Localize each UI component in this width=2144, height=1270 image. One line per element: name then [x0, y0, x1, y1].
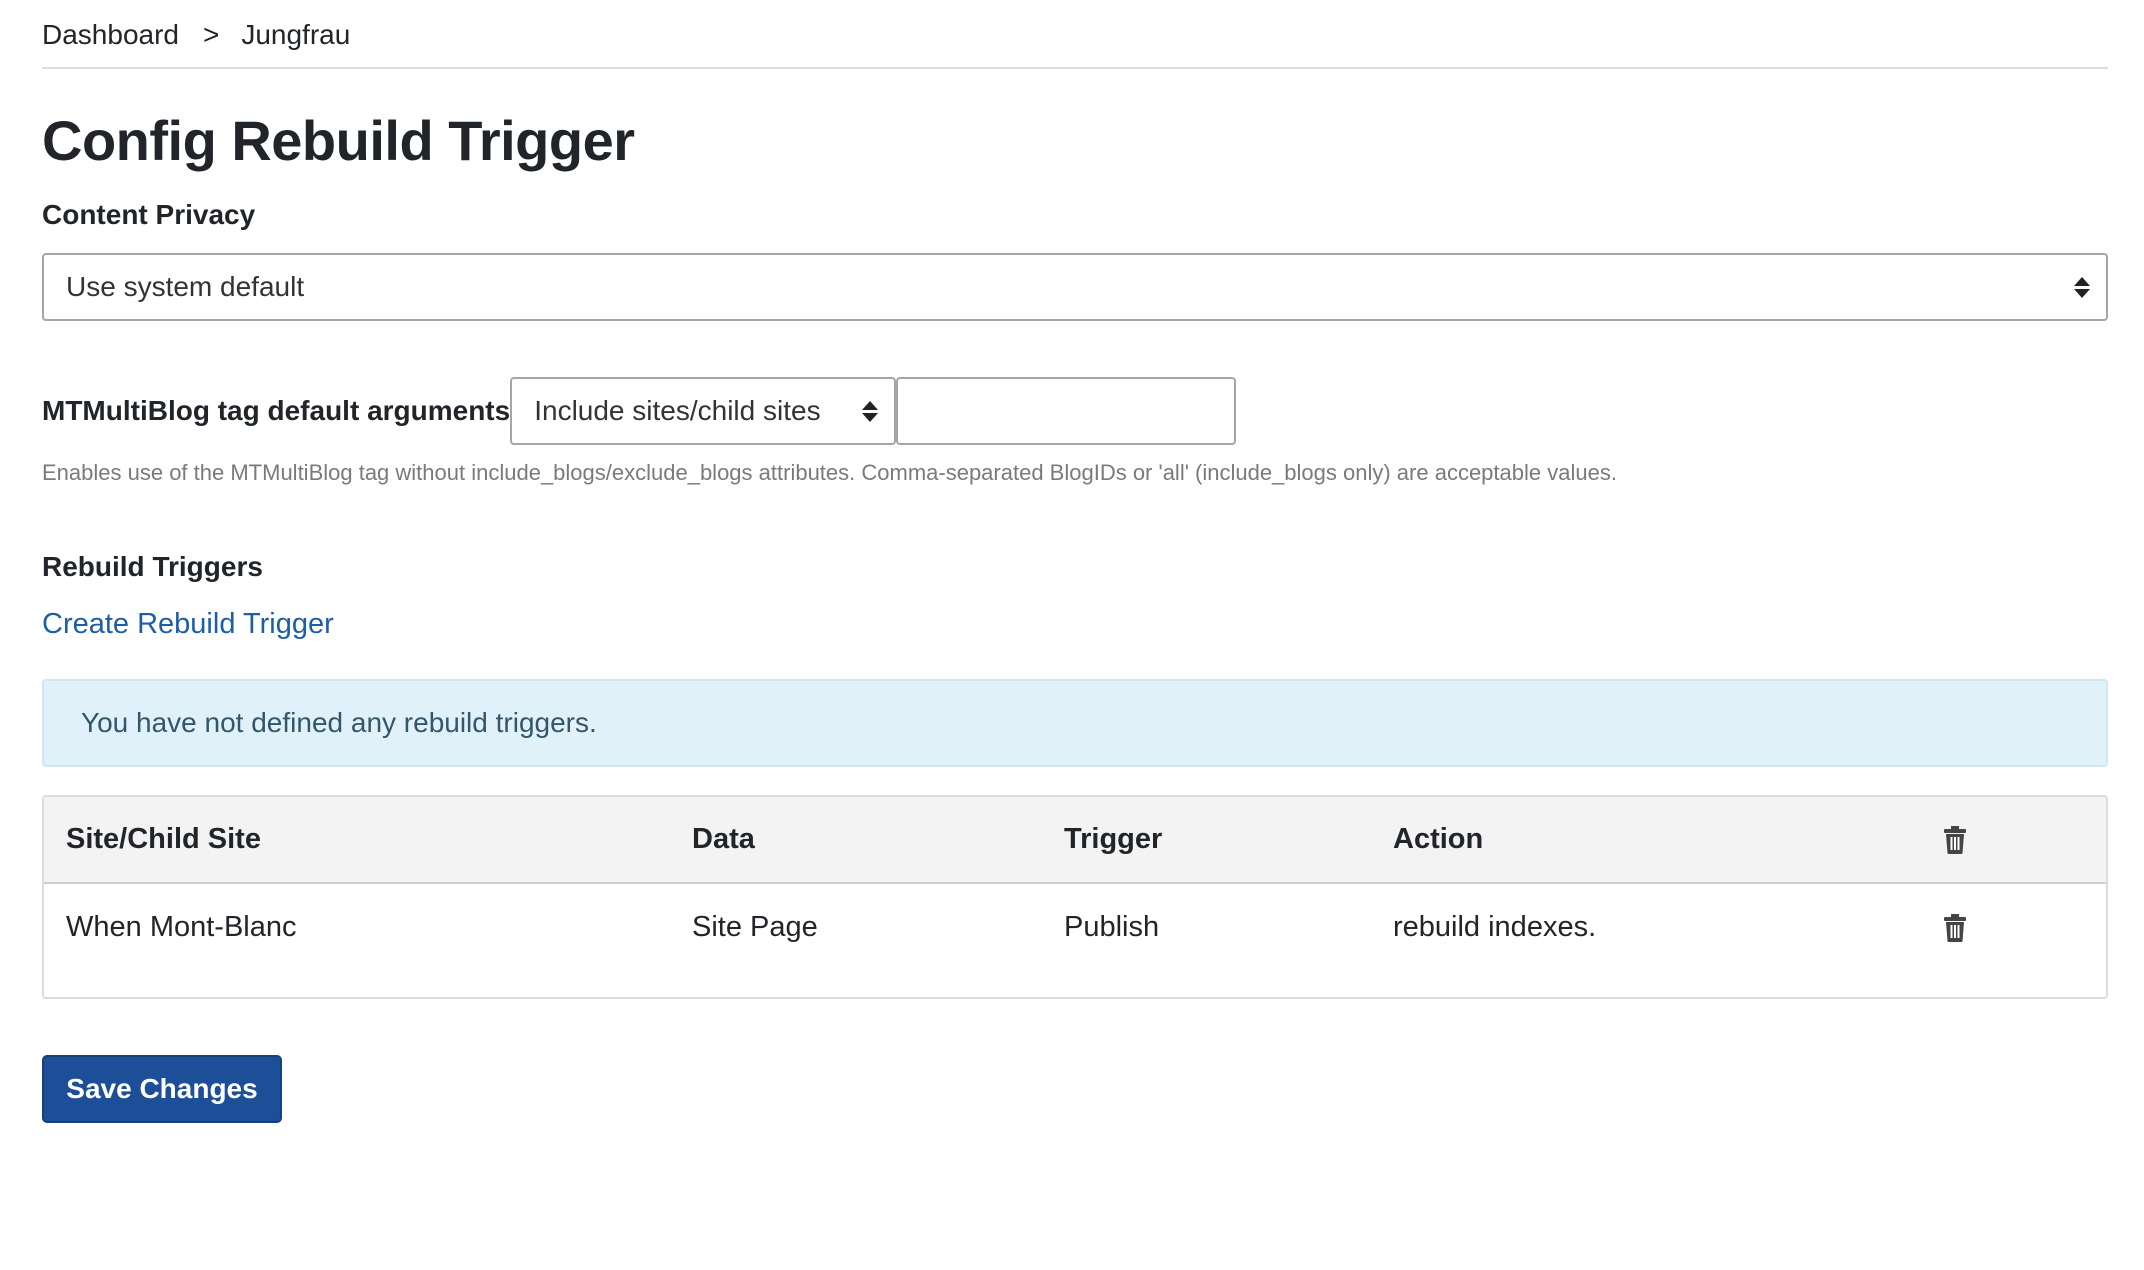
trash-icon[interactable] [1943, 914, 1967, 943]
mtmultiblog-mode-select[interactable]: Include sites/child sites [510, 377, 897, 445]
table-row: When Mont-Blanc Site Page Publish rebuil… [44, 883, 2106, 997]
header-action: Action [1393, 823, 1484, 855]
breadcrumb: Dashboard > Jungfrau [42, 0, 2108, 69]
header-delete [1921, 797, 2106, 883]
mtmultiblog-blogids-input[interactable] [896, 377, 1237, 445]
header-trigger: Trigger [1064, 823, 1163, 855]
breadcrumb-dashboard[interactable]: Dashboard [42, 19, 179, 51]
select-arrows-icon [2074, 276, 2090, 298]
cell-delete [1921, 883, 2106, 997]
trash-icon[interactable] [1943, 826, 1967, 855]
cell-site: When Mont-Blanc [66, 911, 297, 943]
mtmultiblog-mode-selected: Include sites/child sites [534, 395, 821, 426]
info-alert: You have not defined any rebuild trigger… [42, 679, 2108, 767]
mtmultiblog-label: MTMultiBlog tag default arguments [42, 395, 511, 426]
cell-action: rebuild indexes. [1393, 911, 1597, 943]
mtmultiblog-row: MTMultiBlog tag default arguments Includ… [42, 377, 2102, 445]
create-rebuild-trigger-link[interactable]: Create Rebuild Trigger [42, 607, 334, 641]
page-title: Config Rebuild Trigger [42, 109, 635, 172]
mtmultiblog-hint: Enables use of the MTMultiBlog tag witho… [42, 460, 1617, 485]
breadcrumb-current: Jungfrau [241, 18, 351, 50]
rebuild-triggers-label: Rebuild Triggers [42, 551, 263, 582]
info-alert-text: You have not defined any rebuild trigger… [81, 707, 597, 738]
breadcrumb-separator: > [202, 18, 220, 50]
cell-data: Site Page [692, 911, 818, 943]
page: Dashboard > Jungfrau Config Rebuild Trig… [0, 0, 2144, 1270]
save-changes-button[interactable]: Save Changes [42, 1055, 282, 1123]
select-arrows-icon [862, 400, 879, 422]
content-privacy-select[interactable]: Use system default [42, 253, 2108, 321]
cell-trigger: Publish [1064, 911, 1160, 943]
triggers-table: Site/Child Site Data Trigger Action When… [42, 795, 2108, 999]
header-data: Data [692, 823, 755, 855]
content-privacy-selected: Use system default [66, 271, 305, 302]
content-privacy-label: Content Privacy [42, 199, 256, 230]
header-site: Site/Child Site [66, 823, 261, 855]
table-header-row: Site/Child Site Data Trigger Action [44, 797, 2106, 883]
